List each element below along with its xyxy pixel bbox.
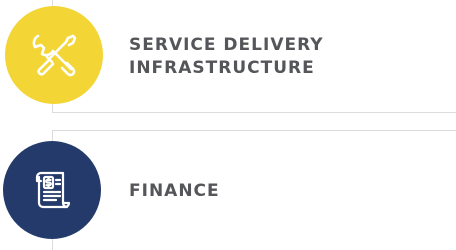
category-icon-badge[interactable] [5, 6, 103, 104]
category-title: SERVICE DELIVERY INFRASTRUCTURE [129, 34, 324, 80]
category-card-service-delivery[interactable]: SERVICE DELIVERY INFRASTRUCTURE [52, 0, 456, 113]
category-title: FINANCE [129, 181, 220, 201]
category-title-line1: SERVICE DELIVERY [129, 35, 324, 55]
category-card-finance[interactable]: FINANCE [52, 130, 456, 250]
category-icon-badge[interactable] [3, 141, 101, 239]
category-title-line2: INFRASTRUCTURE [129, 58, 315, 78]
wrench-screwdriver-icon [32, 34, 77, 77]
category-list: SERVICE DELIVERY INFRASTRUCTURE FINANCE [0, 0, 456, 250]
dollar-receipt-icon [35, 171, 71, 209]
